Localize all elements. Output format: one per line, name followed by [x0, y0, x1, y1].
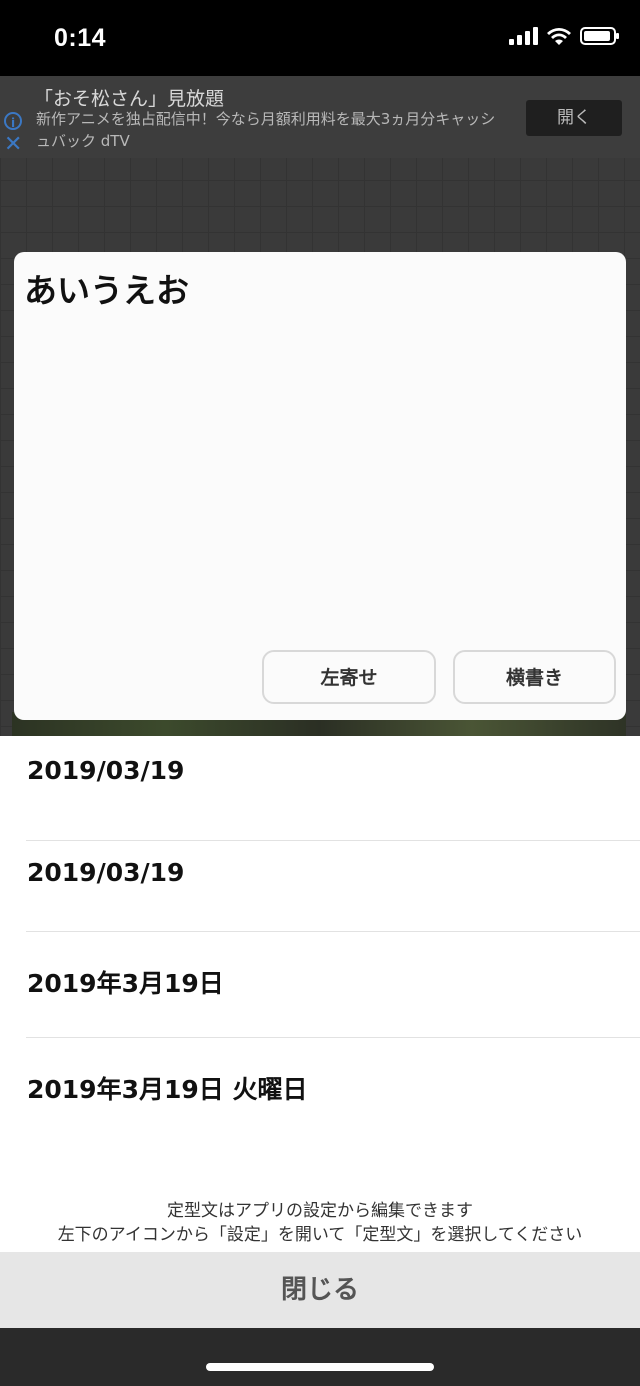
cellular-signal-icon [509, 27, 538, 45]
divider [26, 931, 640, 932]
info-icon[interactable]: i [4, 112, 22, 130]
horizontal-writing-button[interactable]: 横書き [453, 650, 616, 704]
hint-line-1: 定型文はアプリの設定から編集できます [167, 1201, 473, 1221]
status-time: 0:14 [54, 24, 107, 52]
preview-card: あいうえお 左寄せ 横書き [14, 252, 626, 720]
align-left-button[interactable]: 左寄せ [262, 650, 436, 704]
status-icons [509, 26, 619, 46]
battery-icon [580, 27, 619, 45]
home-area [0, 1328, 640, 1386]
hint-line-2: 左下のアイコンから「設定」を開いて「定型文」を選択してください [57, 1225, 583, 1245]
list-item-label: 2019年3月19日 [27, 969, 224, 998]
list-item-label: 2019/03/19 [27, 756, 185, 785]
list-item[interactable]: 2019/03/19 [0, 736, 640, 841]
divider [26, 1037, 640, 1038]
status-bar: 0:14 [0, 0, 640, 76]
wifi-icon [547, 28, 571, 45]
preview-text: あいうえお [24, 271, 189, 310]
close-icon[interactable]: ✕ [4, 134, 22, 156]
ad-banner[interactable]: 「おそ松さん」見放題 新作アニメを独占配信中！今なら月額利用料を最大3ヵ月分キャ… [0, 76, 640, 158]
ad-open-button[interactable]: 開く [526, 100, 622, 136]
template-list: 2019/03/19 2019/03/19 2019年3月19日 2019年3月… [0, 736, 640, 1252]
ad-title: 「おそ松さん」見放題 [34, 88, 225, 110]
list-item-label: 2019/03/19 [27, 858, 185, 887]
home-indicator[interactable] [206, 1363, 434, 1371]
list-item[interactable]: 2019年3月19日 [0, 933, 640, 1038]
list-item-label: 2019年3月19日 火曜日 [27, 1075, 308, 1104]
list-item[interactable]: 2019年3月19日 火曜日 [0, 1039, 640, 1144]
list-item[interactable]: 2019/03/19 [0, 827, 640, 932]
ad-description: 新作アニメを独占配信中！今なら月額利用料を最大3ヵ月分キャッシュバック dTV [36, 110, 496, 150]
close-button[interactable]: 閉じる [0, 1252, 640, 1328]
